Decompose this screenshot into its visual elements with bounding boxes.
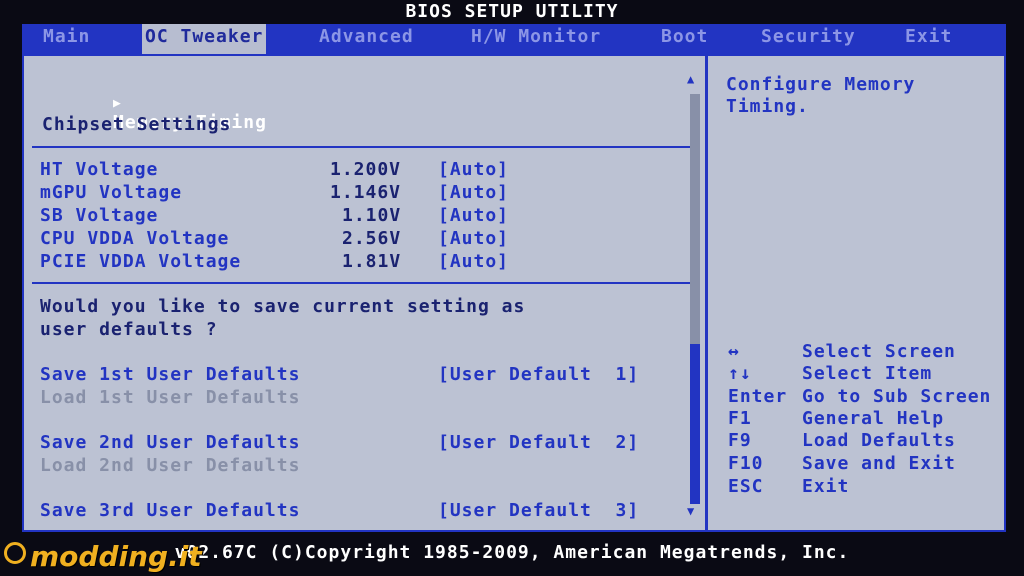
scroll-down-icon[interactable]: ▼ [687, 504, 694, 518]
section-title: Chipset Settings [42, 114, 232, 135]
save-3rd-user-defaults-value[interactable]: [User Default 3] [438, 500, 639, 521]
load-1st-user-defaults[interactable]: Load 1st User Defaults [40, 387, 300, 408]
tab-security[interactable]: Security [758, 24, 859, 54]
scrollbar-track[interactable] [690, 94, 700, 344]
key-desc-save-exit: Save and Exit [802, 453, 956, 474]
load-2nd-user-defaults[interactable]: Load 2nd User Defaults [40, 455, 300, 476]
mgpu-voltage-label[interactable]: mGPU Voltage [40, 182, 182, 203]
key-desc-exit: Exit [802, 476, 850, 497]
tab-boot[interactable]: Boot [658, 24, 711, 54]
tab-oc-tweaker[interactable]: OC Tweaker [142, 24, 267, 54]
key-desc-load-defaults: Load Defaults [802, 430, 956, 451]
key-f10: F10 [728, 453, 764, 474]
key-f1: F1 [728, 408, 752, 429]
ht-voltage-setting[interactable]: [Auto] [438, 159, 509, 180]
ht-voltage-label[interactable]: HT Voltage [40, 159, 158, 180]
key-desc-sub-screen: Go to Sub Screen [802, 386, 992, 407]
tab-advanced[interactable]: Advanced [316, 24, 417, 54]
key-arrows-ud-icon: ↑↓ [728, 363, 752, 384]
scrollbar-thumb[interactable] [690, 344, 700, 504]
save-question-line2: user defaults ? [40, 319, 218, 340]
separator [32, 146, 692, 148]
settings-pane: ▶ Memory Timing Chipset Settings HT Volt… [24, 56, 708, 530]
menu-bar: Main OC Tweaker Advanced H/W Monitor Boo… [22, 24, 1006, 54]
save-1st-user-defaults[interactable]: Save 1st User Defaults [40, 364, 300, 385]
sb-voltage-value: 1.10V [342, 205, 402, 226]
wrench-icon [4, 542, 26, 564]
save-1st-user-defaults-value[interactable]: [User Default 1] [438, 364, 639, 385]
key-esc: ESC [728, 476, 764, 497]
watermark-logo: modding.it [30, 540, 202, 573]
pcie-vdda-voltage-value: 1.81V [342, 251, 402, 272]
ht-voltage-value: 1.200V [330, 159, 402, 180]
save-3rd-user-defaults[interactable]: Save 3rd User Defaults [40, 500, 300, 521]
key-desc-select-screen: Select Screen [802, 341, 956, 362]
sb-voltage-setting[interactable]: [Auto] [438, 205, 509, 226]
scroll-up-icon[interactable]: ▲ [687, 72, 694, 86]
save-question-line1: Would you like to save current setting a… [40, 296, 526, 317]
help-text-line2: Timing. [726, 96, 809, 117]
tab-exit[interactable]: Exit [902, 24, 955, 54]
help-pane: Configure Memory Timing. ↔ Select Screen… [708, 56, 1004, 530]
mgpu-voltage-setting[interactable]: [Auto] [438, 182, 509, 203]
save-2nd-user-defaults-value[interactable]: [User Default 2] [438, 432, 639, 453]
cpu-vdda-voltage-label[interactable]: CPU VDDA Voltage [40, 228, 229, 249]
cpu-vdda-voltage-setting[interactable]: [Auto] [438, 228, 509, 249]
submenu-arrow-icon: ▶ [113, 96, 122, 111]
pcie-vdda-voltage-label[interactable]: PCIE VDDA Voltage [40, 251, 241, 272]
key-desc-select-item: Select Item [802, 363, 933, 384]
cpu-vdda-voltage-value: 2.56V [342, 228, 402, 249]
key-f9: F9 [728, 430, 752, 451]
memory-timing-item[interactable]: ▶ Memory Timing [42, 70, 267, 154]
help-text-line1: Configure Memory [726, 74, 916, 95]
bios-title: BIOS SETUP UTILITY [405, 1, 619, 22]
key-arrows-lr-icon: ↔ [728, 341, 740, 362]
separator [32, 282, 692, 284]
main-panel: ▶ Memory Timing Chipset Settings HT Volt… [22, 54, 1006, 532]
mgpu-voltage-value: 1.146V [330, 182, 402, 203]
tab-main[interactable]: Main [40, 24, 93, 54]
tab-hw-monitor[interactable]: H/W Monitor [468, 24, 604, 54]
key-enter: Enter [728, 386, 788, 407]
key-desc-general-help: General Help [802, 408, 945, 429]
sb-voltage-label[interactable]: SB Voltage [40, 205, 158, 226]
save-2nd-user-defaults[interactable]: Save 2nd User Defaults [40, 432, 300, 453]
pcie-vdda-voltage-setting[interactable]: [Auto] [438, 251, 509, 272]
